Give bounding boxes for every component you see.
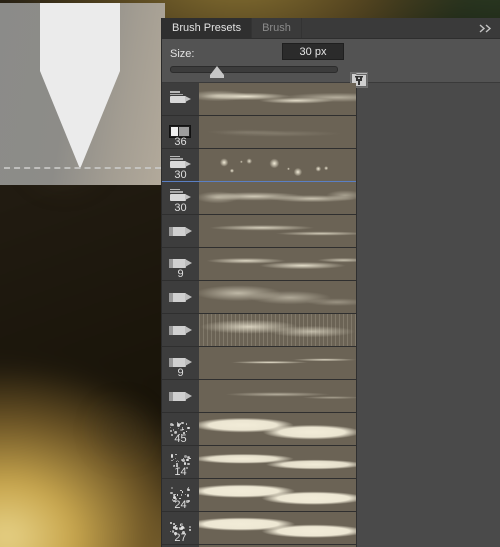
size-slider-track[interactable] (170, 66, 338, 73)
brush-stroke-preview (199, 413, 356, 445)
brush-tip-icon-cell: 9 (162, 347, 199, 379)
brush-stroke-preview (199, 314, 356, 346)
stroke-art (199, 116, 356, 148)
stroke-art (199, 380, 356, 412)
brush-size-label: 36 (174, 136, 187, 148)
brush-tip-flat-wide-icon (166, 321, 196, 339)
brush-preset-list[interactable]: 36 30 30 9 9 45 14 24 27 (162, 83, 357, 547)
brush-tip-icon-cell: 9 (162, 248, 199, 280)
stroke-art (199, 314, 356, 346)
brush-tip-icon-cell: 45 (162, 413, 199, 445)
brush-preset-row[interactable]: 45 (162, 413, 356, 446)
brush-tip-icon-cell (162, 314, 199, 346)
brush-preset-row[interactable] (162, 215, 356, 248)
stroke-art (199, 215, 356, 247)
brush-size-label: 9 (177, 268, 184, 280)
size-slider-thumb-base (210, 75, 225, 78)
stroke-art (199, 182, 356, 214)
brush-stroke-preview (199, 281, 356, 313)
pointer-shape-tip (40, 71, 120, 169)
brush-stroke-preview (199, 446, 356, 478)
brush-preset-row[interactable] (162, 314, 356, 347)
brush-stroke-preview (199, 380, 356, 412)
brush-stroke-preview (199, 149, 356, 181)
stroke-art (199, 149, 356, 181)
brush-preset-row[interactable] (162, 281, 356, 314)
brush-size-label: 30 (174, 169, 187, 181)
canvas-document-area[interactable] (0, 3, 165, 185)
brush-size-label: 24 (174, 499, 187, 511)
brush-size-label: 14 (174, 466, 187, 478)
brush-stroke-preview (199, 116, 356, 148)
brush-tip-icon-cell: 30 (162, 182, 199, 214)
stroke-art (199, 83, 356, 115)
brush-tip-icon-cell: 30 (162, 149, 199, 181)
brush-tip-icon-cell (162, 215, 199, 247)
brush-preset-row[interactable]: 27 (162, 512, 356, 545)
brush-preset-row[interactable]: 9 (162, 347, 356, 380)
brush-preset-row[interactable] (162, 83, 356, 116)
brush-size-controls: Size: 30 px (162, 39, 500, 88)
stroke-art (199, 479, 356, 511)
brush-presets-panel: Brush Presets Brush Size: 30 px 36 30 30… (161, 18, 500, 547)
brush-tip-icon-cell (162, 83, 199, 115)
brush-size-label: 27 (174, 532, 187, 544)
brush-stroke-preview (199, 83, 356, 115)
brush-tip-flat-wide-icon (166, 288, 196, 306)
stroke-art (199, 248, 356, 280)
brush-size-label: 30 (174, 202, 187, 214)
brush-size-label: 45 (174, 433, 187, 445)
brush-list-region: 36 30 30 9 9 45 14 24 27 (162, 83, 500, 547)
brush-tip-icon-cell (162, 380, 199, 412)
chevron-glyph (479, 23, 492, 33)
size-label: Size: (170, 47, 195, 60)
brush-stroke-preview (199, 479, 356, 511)
brush-stroke-preview (199, 182, 356, 214)
size-slider-thumb[interactable] (210, 66, 225, 75)
brush-preset-row[interactable]: 36 (162, 116, 356, 149)
brush-tip-flat-wide-icon (166, 387, 196, 405)
panel-empty-area (357, 83, 500, 547)
stroke-art (199, 413, 356, 445)
brush-stroke-preview (199, 215, 356, 247)
brush-stroke-preview (199, 248, 356, 280)
tab-brush-presets[interactable]: Brush Presets (162, 18, 253, 38)
pointer-shape-body (40, 3, 120, 71)
brush-tip-icon-cell: 14 (162, 446, 199, 478)
brush-stroke-preview (199, 512, 356, 544)
tab-bar-filler (301, 18, 473, 38)
size-value-field[interactable]: 30 px (282, 43, 344, 60)
stroke-art (199, 446, 356, 478)
brush-preset-row[interactable]: 14 (162, 446, 356, 479)
double-chevron-right-icon[interactable] (473, 18, 500, 38)
stroke-art (199, 347, 356, 379)
brush-tip-icon-cell: 27 (162, 512, 199, 544)
tab-brush[interactable]: Brush (252, 18, 302, 38)
stroke-art (199, 281, 356, 313)
brush-tip-soft-round-icon (166, 90, 196, 108)
panel-tab-bar: Brush Presets Brush (162, 18, 500, 39)
brush-preset-row[interactable]: 30 (162, 182, 356, 215)
brush-tip-icon-cell (162, 281, 199, 313)
brush-preset-row[interactable]: 24 (162, 479, 356, 512)
brush-tip-icon-cell: 24 (162, 479, 199, 511)
selection-dashed-guide (4, 167, 161, 169)
brush-preset-row[interactable]: 9 (162, 248, 356, 281)
brush-stroke-preview (199, 347, 356, 379)
brush-preset-row[interactable]: 30 (162, 149, 356, 182)
stroke-art (199, 512, 356, 544)
brush-tip-flat-wide-icon (166, 222, 196, 240)
brush-preset-row[interactable] (162, 380, 356, 413)
brush-size-label: 9 (177, 367, 184, 379)
brush-tip-icon-cell: 36 (162, 116, 199, 148)
